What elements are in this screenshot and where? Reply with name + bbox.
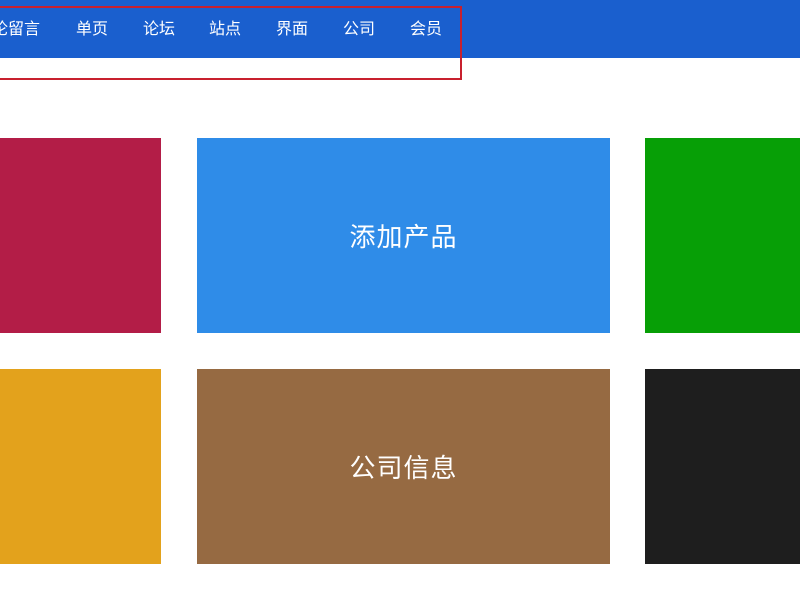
tile-dark[interactable] [645, 369, 800, 564]
tile-add-product[interactable]: 添加产品 [197, 138, 610, 333]
tile-settings[interactable]: 置 [0, 369, 161, 564]
tile-company-info[interactable]: 公司信息 [197, 369, 610, 564]
tile-articles[interactable]: 章 [0, 138, 161, 333]
annotation-highlight-box [0, 6, 462, 80]
tile-label: 公司信息 [349, 454, 458, 484]
tile-label: 置 [0, 448, 1, 485]
tile-green[interactable] [645, 138, 800, 333]
tile-label: 章 [0, 217, 1, 254]
tile-label: 添加产品 [349, 223, 458, 253]
